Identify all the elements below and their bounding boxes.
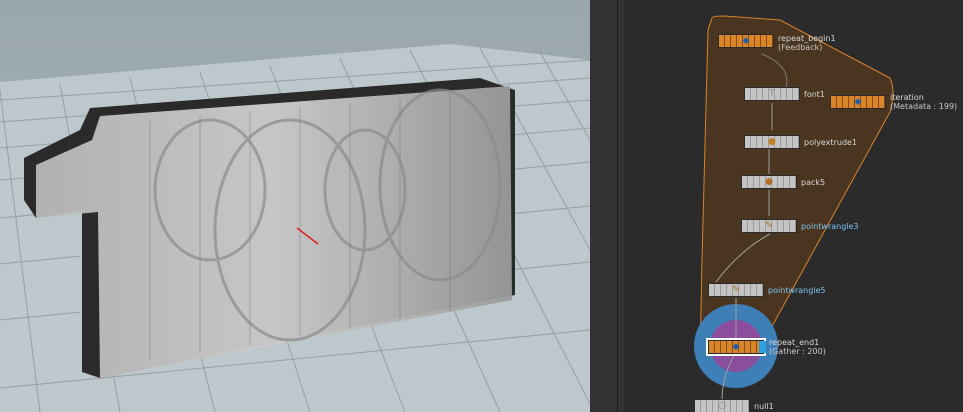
loop-begin-icon: ◆ bbox=[742, 36, 750, 46]
node-font1[interactable]: T font1 bbox=[744, 87, 825, 101]
node-label: font1 bbox=[804, 90, 826, 99]
node-label: pointwrangle5 bbox=[768, 286, 826, 295]
node-pointwrangle3[interactable]: ✎ pointwrangle3 bbox=[741, 219, 859, 233]
wrangle-icon: ✎ bbox=[732, 285, 740, 295]
pack-icon: ● bbox=[765, 177, 773, 187]
pane-divider[interactable] bbox=[590, 0, 624, 412]
node-label: repeat_begin1 bbox=[778, 34, 836, 43]
node-detail: (Metadata : 199) bbox=[890, 102, 958, 111]
wrangle-icon: ✎ bbox=[765, 221, 773, 231]
node-pointwrangle5[interactable]: ✎ pointwrangle5 bbox=[708, 283, 826, 297]
node-detail: (Gather : 200) bbox=[769, 347, 826, 356]
null-icon: ○ bbox=[718, 401, 726, 411]
polyextrude-icon: ● bbox=[768, 137, 776, 147]
node-label: pointwrangle3 bbox=[801, 222, 859, 231]
font-T-icon: T bbox=[769, 89, 775, 99]
loop-end-icon: ◆ bbox=[732, 342, 740, 352]
node-null1[interactable]: ○ null1 bbox=[694, 399, 774, 412]
scene-viewport[interactable] bbox=[0, 0, 590, 412]
display-flag[interactable] bbox=[759, 341, 766, 353]
node-label: pack5 bbox=[801, 178, 826, 187]
node-pack5[interactable]: ● pack5 bbox=[741, 175, 825, 189]
node-label: repeat_end1 bbox=[769, 338, 820, 347]
node-polyextrude1[interactable]: ● polyextrude1 bbox=[744, 135, 857, 149]
metadata-icon: ◆ bbox=[854, 97, 862, 107]
node-label: null1 bbox=[754, 402, 774, 411]
node-repeat-end1[interactable]: ◆ repeat_end1 (Gather : 200) bbox=[706, 338, 826, 356]
node-label: iteration bbox=[890, 93, 924, 102]
node-repeat-begin1[interactable]: ◆ repeat_begin1 (Feedback) bbox=[718, 34, 836, 52]
node-iteration[interactable]: ◆ iteration (Metadata : 199) bbox=[830, 93, 957, 111]
viewport-scene bbox=[0, 0, 590, 412]
node-label: polyextrude1 bbox=[804, 138, 858, 147]
node-detail: (Feedback) bbox=[778, 43, 823, 52]
network-editor[interactable]: ◆ repeat_begin1 (Feedback) T font1 ◆ ite… bbox=[624, 0, 963, 412]
